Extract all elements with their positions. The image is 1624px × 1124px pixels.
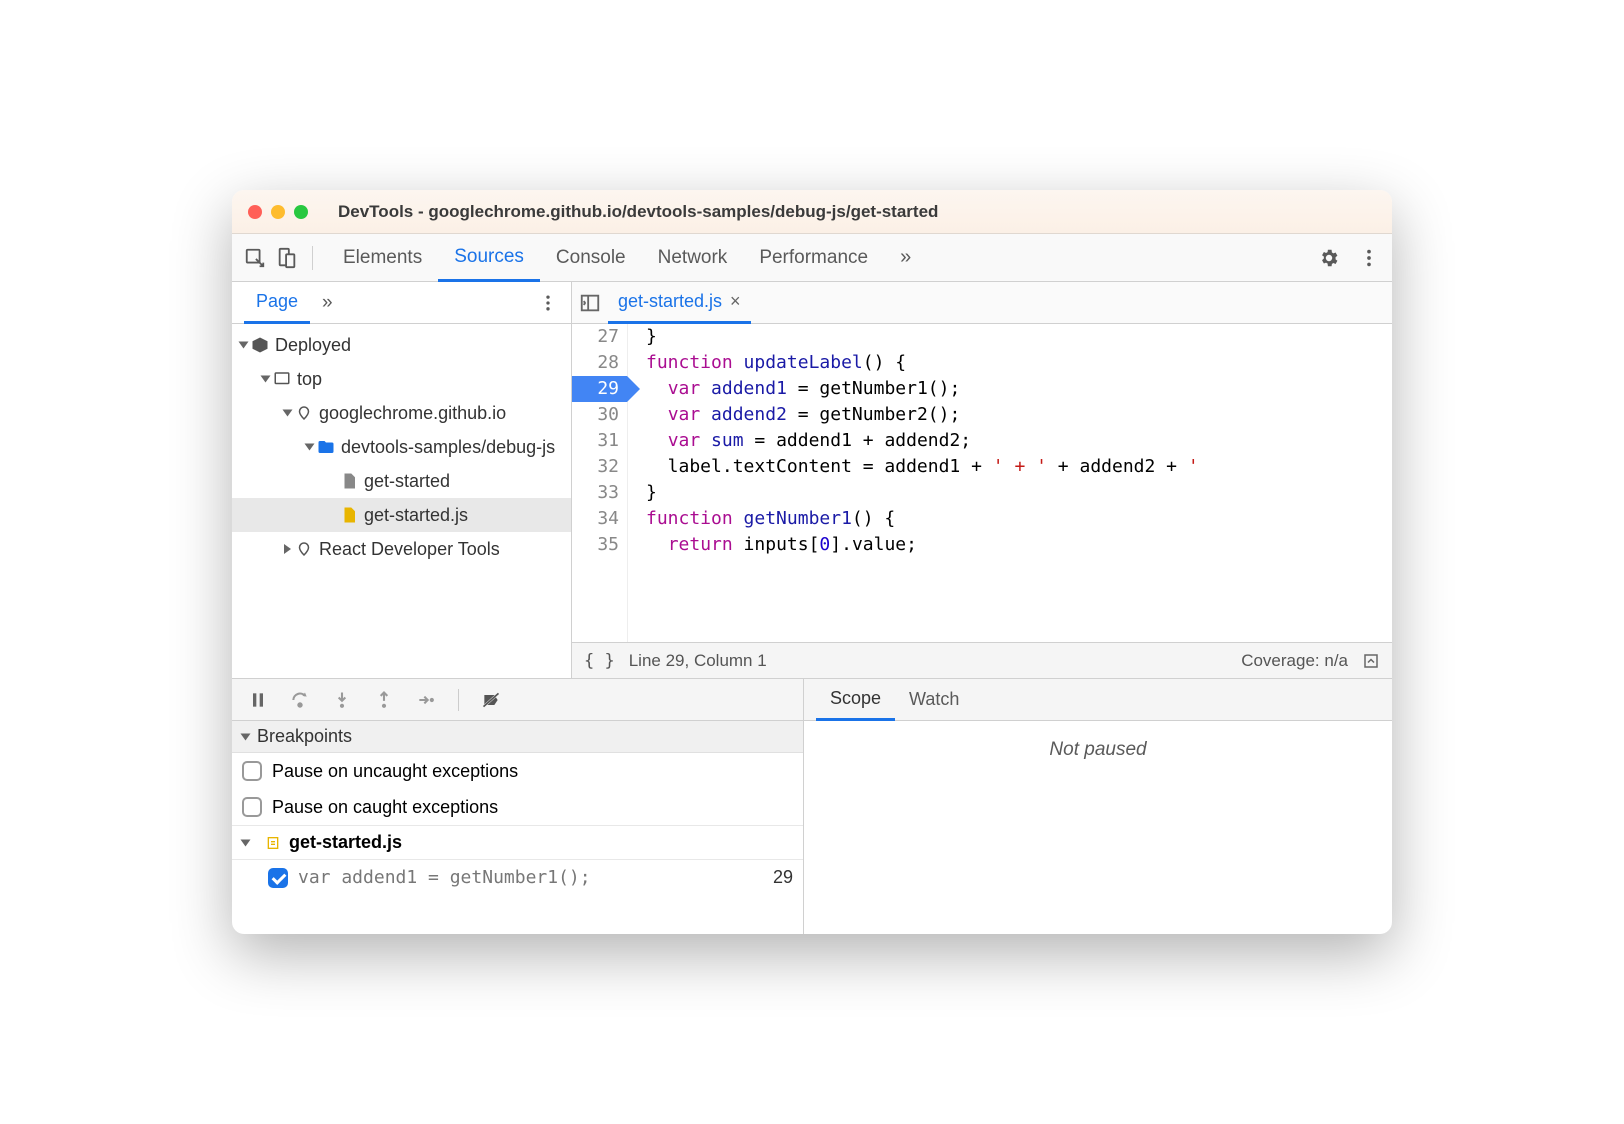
pause-caught-row[interactable]: Pause on caught exceptions bbox=[232, 789, 803, 825]
navigator-tabs: Page » bbox=[232, 282, 571, 324]
toggle-navigator-icon[interactable] bbox=[572, 292, 608, 314]
tab-network[interactable]: Network bbox=[642, 234, 744, 282]
pretty-print-icon[interactable]: { } bbox=[584, 651, 615, 671]
scope-watch-tabs: Scope Watch bbox=[804, 679, 1392, 721]
tree-file-js[interactable]: get-started.js bbox=[232, 498, 571, 532]
settings-icon[interactable] bbox=[1318, 247, 1340, 269]
inspect-element-icon[interactable] bbox=[244, 247, 266, 269]
tab-console[interactable]: Console bbox=[540, 234, 642, 282]
debugger-toolbar bbox=[232, 679, 803, 721]
minimize-window-icon[interactable] bbox=[271, 205, 285, 219]
separator bbox=[312, 246, 313, 270]
close-window-icon[interactable] bbox=[248, 205, 262, 219]
tree-top[interactable]: top bbox=[232, 362, 571, 396]
line-gutter[interactable]: 272829303132333435 bbox=[572, 324, 628, 642]
main-toolbar: Elements Sources Console Network Perform… bbox=[232, 234, 1392, 282]
breakpoints-header[interactable]: Breakpoints bbox=[232, 721, 803, 753]
checkbox[interactable] bbox=[242, 761, 262, 781]
step-over-icon[interactable] bbox=[290, 690, 310, 710]
coverage-label: Coverage: n/a bbox=[1241, 651, 1348, 671]
separator bbox=[458, 689, 459, 711]
tree-deployed[interactable]: Deployed bbox=[232, 328, 571, 362]
editor-tabs: get-started.js × bbox=[572, 282, 1392, 324]
deactivate-breakpoints-icon[interactable] bbox=[481, 690, 501, 710]
close-tab-icon[interactable]: × bbox=[730, 291, 741, 312]
checkbox-checked[interactable] bbox=[268, 868, 288, 888]
editor-statusbar: { } Line 29, Column 1 Coverage: n/a bbox=[572, 642, 1392, 678]
navigator-menu-icon[interactable] bbox=[537, 292, 559, 314]
navigator-tab-page[interactable]: Page bbox=[244, 282, 310, 324]
more-tabs-icon[interactable]: » bbox=[884, 234, 927, 282]
window-controls bbox=[248, 205, 308, 219]
scope-watch-pane: Scope Watch Not paused bbox=[804, 679, 1392, 934]
not-paused-message: Not paused bbox=[804, 721, 1392, 934]
editor-tab-label: get-started.js bbox=[618, 291, 722, 312]
chevron-down-icon bbox=[241, 839, 251, 846]
step-into-icon[interactable] bbox=[332, 690, 352, 710]
code-content[interactable]: }function updateLabel() { var addend1 = … bbox=[628, 324, 1392, 642]
pause-icon[interactable] bbox=[248, 690, 268, 710]
step-out-icon[interactable] bbox=[374, 690, 394, 710]
device-toolbar-icon[interactable] bbox=[276, 247, 298, 269]
devtools-window: DevTools - googlechrome.github.io/devtoo… bbox=[232, 190, 1392, 934]
code-editor[interactable]: 272829303132333435 }function updateLabel… bbox=[572, 324, 1392, 642]
chevron-down-icon bbox=[241, 733, 251, 740]
file-tree: Deployed top googlechrome.github.io devt… bbox=[232, 324, 571, 678]
checkbox[interactable] bbox=[242, 797, 262, 817]
collapse-icon[interactable] bbox=[1362, 652, 1380, 670]
step-icon[interactable] bbox=[416, 690, 436, 710]
tree-file-html[interactable]: get-started bbox=[232, 464, 571, 498]
tab-sources[interactable]: Sources bbox=[438, 234, 540, 282]
titlebar: DevTools - googlechrome.github.io/devtoo… bbox=[232, 190, 1392, 234]
navigator-pane: Page » Deployed top googlechrome.github.… bbox=[232, 282, 572, 678]
editor-tab-file[interactable]: get-started.js × bbox=[608, 282, 751, 324]
breakpoint-entry[interactable]: var addend1 = getNumber1(); 29 bbox=[232, 859, 803, 895]
debugger-pane: Breakpoints Pause on uncaught exceptions… bbox=[232, 679, 804, 934]
breakpoint-line-number: 29 bbox=[773, 867, 793, 888]
tree-folder[interactable]: devtools-samples/debug-js bbox=[232, 430, 571, 464]
file-icon bbox=[265, 835, 281, 851]
navigator-more-icon[interactable]: » bbox=[310, 282, 345, 324]
tab-watch[interactable]: Watch bbox=[895, 679, 973, 720]
breakpoint-file-row[interactable]: get-started.js bbox=[232, 825, 803, 859]
cursor-position: Line 29, Column 1 bbox=[629, 651, 767, 671]
zoom-window-icon[interactable] bbox=[294, 205, 308, 219]
tab-performance[interactable]: Performance bbox=[743, 234, 884, 282]
window-title: DevTools - googlechrome.github.io/devtoo… bbox=[338, 202, 938, 222]
kebab-menu-icon[interactable] bbox=[1358, 247, 1380, 269]
pause-uncaught-row[interactable]: Pause on uncaught exceptions bbox=[232, 753, 803, 789]
tab-elements[interactable]: Elements bbox=[327, 234, 438, 282]
tree-react-devtools[interactable]: React Developer Tools bbox=[232, 532, 571, 566]
tab-scope[interactable]: Scope bbox=[816, 679, 895, 721]
tree-origin[interactable]: googlechrome.github.io bbox=[232, 396, 571, 430]
